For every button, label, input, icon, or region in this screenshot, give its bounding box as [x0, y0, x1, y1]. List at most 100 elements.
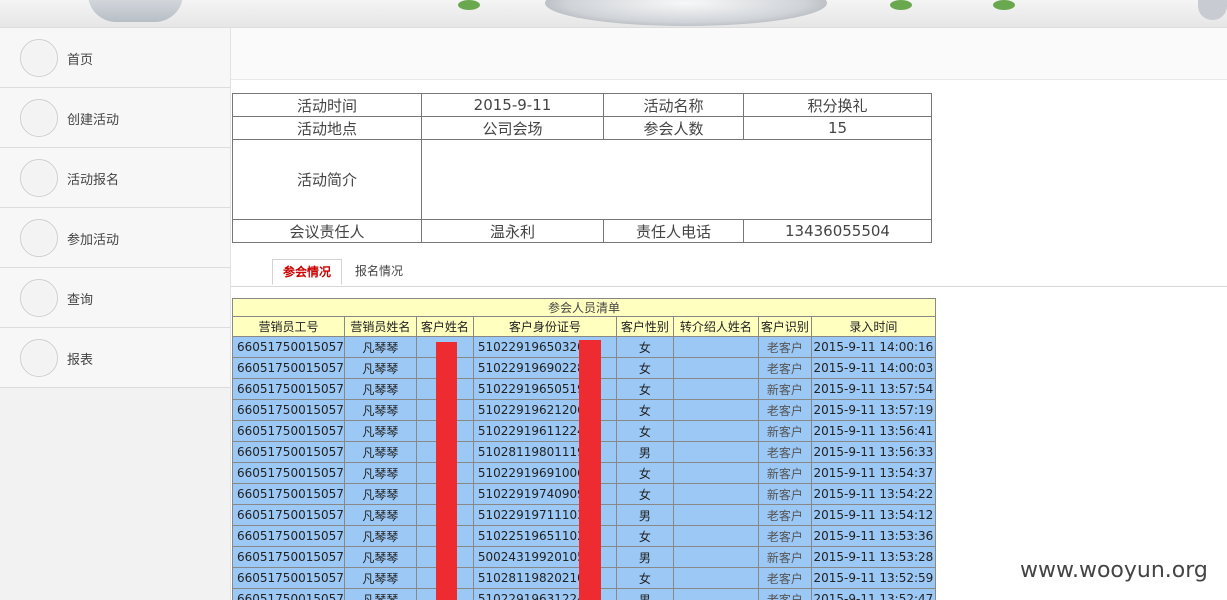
- agent-id-cell: 66051750015057: [232, 357, 345, 379]
- customer-gender-cell: 女: [615, 378, 674, 400]
- circle-icon: [20, 39, 58, 77]
- customer-gender-cell: 男: [615, 504, 674, 526]
- phone-value: 13436055504: [743, 219, 932, 243]
- sidebar-item-label: 活动报名: [67, 173, 120, 188]
- sidebar-item-label: 报表: [67, 353, 94, 368]
- agent-id-cell: 66051750015057: [232, 420, 345, 442]
- count-label: 参会人数: [603, 116, 744, 140]
- sidebar-item-query[interactable]: 查询: [0, 268, 230, 328]
- referrer-cell: [672, 336, 759, 358]
- sidebar-item-create-activity[interactable]: 创建活动: [0, 88, 230, 148]
- referrer-cell: [672, 441, 759, 463]
- customer-type-cell: 老客户: [757, 399, 812, 421]
- agent-name-cell: 凡琴琴: [343, 378, 417, 400]
- referrer-cell: [672, 378, 759, 400]
- main-content: 活动时间 2015-9-11 活动名称 积分换礼 活动地点 公司会场 参会人数 …: [231, 28, 1227, 600]
- banner-figure-decoration: [88, 0, 183, 22]
- sidebar-item-label: 查询: [67, 293, 94, 308]
- entry-time-cell: 2015-9-11 13:54:12: [810, 504, 936, 526]
- tab-bar: 参会情况 报名情况: [231, 257, 1227, 287]
- agent-id-cell: 66051750015057: [232, 336, 345, 358]
- tab-signup[interactable]: 报名情况: [345, 259, 413, 285]
- customer-type-cell: 新客户: [757, 420, 812, 442]
- agent-name-cell: 凡琴琴: [343, 546, 417, 568]
- entry-time-cell: 2015-9-11 13:53:28: [810, 546, 936, 568]
- agent-id-cell: 66051750015057: [232, 483, 345, 505]
- customer-gender-cell: 女: [615, 525, 674, 547]
- top-banner: [0, 0, 1227, 28]
- column-header: 客户识别: [757, 316, 812, 337]
- entry-time-cell: 2015-9-11 13:52:47: [810, 588, 936, 600]
- circle-icon: [20, 219, 58, 257]
- main-top-bar: [231, 28, 1227, 80]
- entry-time-cell: 2015-9-11 13:54:22: [810, 483, 936, 505]
- list-header-row: 营销员工号 营销员姓名 客户姓名 客户身份证号 客户性别 转介绍人姓名 客户识别 录入时间: [232, 316, 936, 337]
- referrer-cell: [672, 525, 759, 547]
- activity-info-table: 活动时间 2015-9-11 活动名称 积分换礼 活动地点 公司会场 参会人数 …: [232, 93, 932, 243]
- customer-type-cell: 老客户: [757, 588, 812, 600]
- customer-gender-cell: 女: [615, 420, 674, 442]
- entry-time-cell: 2015-9-11 13:56:33: [810, 441, 936, 463]
- referrer-cell: [672, 504, 759, 526]
- agent-name-cell: 凡琴琴: [343, 441, 417, 463]
- agent-id-cell: 66051750015057: [232, 462, 345, 484]
- count-value: 15: [743, 116, 932, 140]
- name-label: 活动名称: [603, 93, 744, 117]
- owner-label: 会议责任人: [232, 219, 422, 243]
- agent-name-cell: 凡琴琴: [343, 525, 417, 547]
- entry-time-cell: 2015-9-11 14:00:03: [810, 357, 936, 379]
- sidebar-item-report[interactable]: 报表: [0, 328, 230, 388]
- customer-type-cell: 老客户: [757, 357, 812, 379]
- customer-gender-cell: 女: [615, 357, 674, 379]
- column-header: 客户姓名: [415, 316, 474, 337]
- phone-label: 责任人电话: [603, 219, 744, 243]
- agent-name-cell: 凡琴琴: [343, 567, 417, 589]
- entry-time-cell: 2015-9-11 13:53:36: [810, 525, 936, 547]
- sidebar-item-label: 首页: [67, 53, 94, 68]
- customer-type-cell: 新客户: [757, 483, 812, 505]
- sidebar-item-label: 创建活动: [67, 113, 120, 128]
- customer-type-cell: 老客户: [757, 336, 812, 358]
- agent-id-cell: 66051750015057: [232, 399, 345, 421]
- agent-id-cell: 66051750015057: [232, 546, 345, 568]
- referrer-cell: [672, 399, 759, 421]
- sidebar-item-activity-signup[interactable]: 活动报名: [0, 148, 230, 208]
- owner-value: 温永利: [421, 219, 604, 243]
- referrer-cell: [672, 420, 759, 442]
- sidebar-item-label: 参加活动: [67, 233, 120, 248]
- agent-name-cell: 凡琴琴: [343, 504, 417, 526]
- entry-time-cell: 2015-9-11 13:54:37: [810, 462, 936, 484]
- column-header: 转介绍人姓名: [672, 316, 759, 337]
- sidebar-item-join-activity[interactable]: 参加活动: [0, 208, 230, 268]
- entry-time-cell: 2015-9-11 14:00:16: [810, 336, 936, 358]
- column-header: 营销员姓名: [343, 316, 417, 337]
- agent-name-cell: 凡琴琴: [343, 399, 417, 421]
- customer-gender-cell: 男: [615, 441, 674, 463]
- agent-id-cell: 66051750015057: [232, 567, 345, 589]
- tree-icon: [458, 0, 480, 10]
- customer-type-cell: 老客户: [757, 504, 812, 526]
- sidebar-item-home[interactable]: 首页: [0, 28, 230, 88]
- time-value: 2015-9-11: [421, 93, 604, 117]
- tree-icon: [890, 0, 912, 10]
- banner-figure-decoration: [1198, 0, 1227, 20]
- customer-type-cell: 新客户: [757, 378, 812, 400]
- customer-gender-cell: 女: [615, 462, 674, 484]
- entry-time-cell: 2015-9-11 13:57:19: [810, 399, 936, 421]
- tab-attendance[interactable]: 参会情况: [272, 259, 343, 285]
- agent-name-cell: 凡琴琴: [343, 462, 417, 484]
- agent-id-cell: 66051750015057: [232, 378, 345, 400]
- place-value: 公司会场: [421, 116, 604, 140]
- customer-type-cell: 新客户: [757, 546, 812, 568]
- column-header: 客户性别: [615, 316, 674, 337]
- circle-icon: [20, 279, 58, 317]
- customer-type-cell: 老客户: [757, 441, 812, 463]
- customer-gender-cell: 女: [615, 399, 674, 421]
- customer-gender-cell: 女: [615, 567, 674, 589]
- entry-time-cell: 2015-9-11 13:52:59: [810, 567, 936, 589]
- referrer-cell: [672, 462, 759, 484]
- customer-type-cell: 老客户: [757, 567, 812, 589]
- name-value: 积分换礼: [743, 93, 932, 117]
- entry-time-cell: 2015-9-11 13:56:41: [810, 420, 936, 442]
- circle-icon: [20, 99, 58, 137]
